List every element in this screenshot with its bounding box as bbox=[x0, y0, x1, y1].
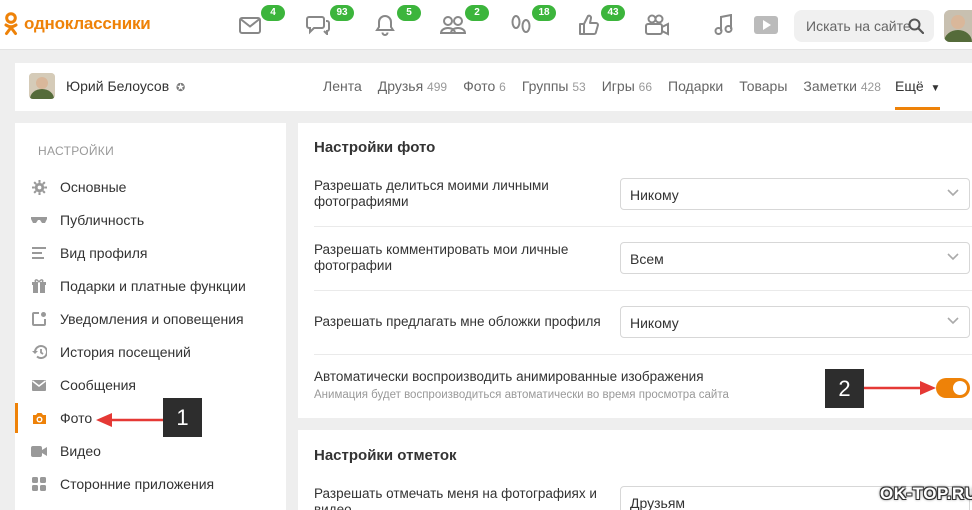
watermark: OK-TOP.RU bbox=[880, 484, 972, 503]
annotation-arrows bbox=[96, 381, 936, 427]
arrow-to-toggle bbox=[864, 381, 936, 395]
annotation-marker-1: 1 bbox=[163, 398, 202, 437]
arrow-to-photo bbox=[96, 413, 163, 427]
annotation-marker-2: 2 bbox=[825, 369, 864, 408]
